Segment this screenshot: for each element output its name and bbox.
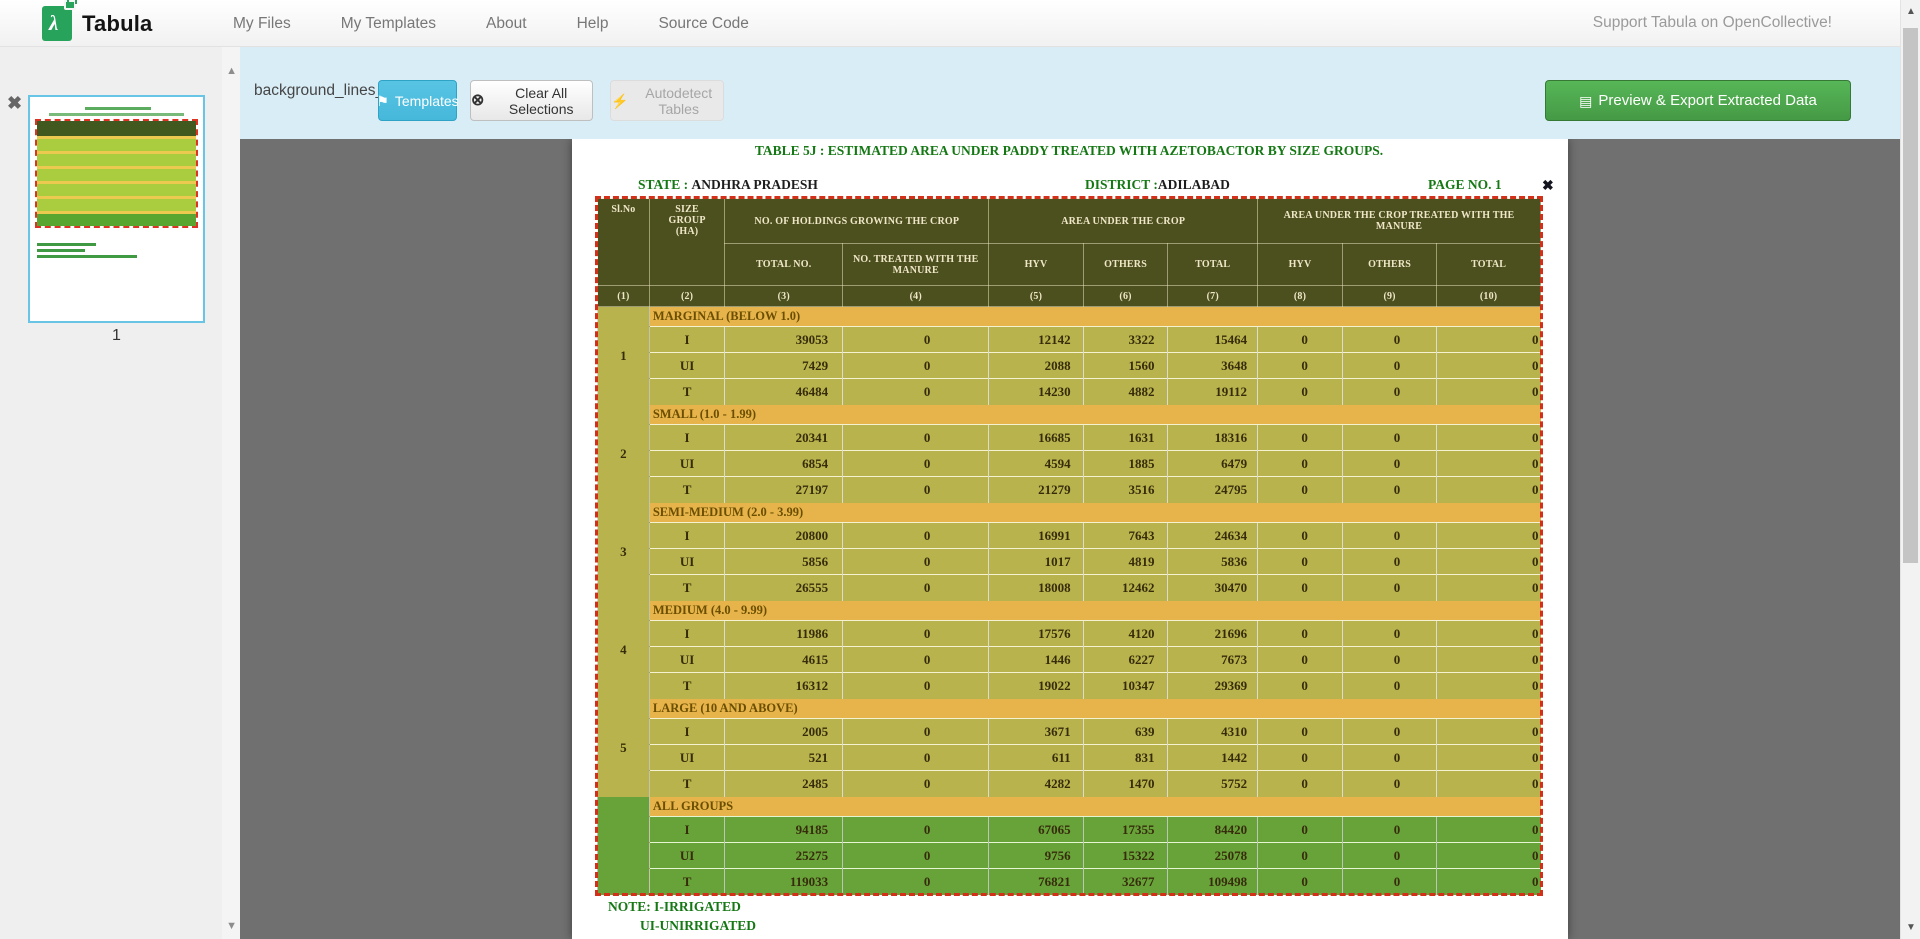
navbar: λ Tabula My Files My Templates About Help So… (0, 0, 1920, 47)
nav-item-my-files[interactable]: My Files (233, 15, 291, 33)
templates-button[interactable]: ⚑ Templates (378, 80, 457, 121)
scroll-up-icon[interactable]: ▲ (1901, 6, 1920, 17)
templates-icon: ⚑ (376, 94, 389, 108)
support-link[interactable]: Support Tabula on OpenCollective! (1593, 14, 1832, 32)
scrollbar-thumb[interactable] (1903, 28, 1918, 563)
clear-all-selections-button[interactable]: ⊗ Clear All Selections (470, 80, 593, 121)
sidebar-scrollbar[interactable] (222, 47, 240, 939)
pdf-note-2: UI-UNIRRIGATED (640, 918, 756, 934)
page-number-label: 1 (28, 327, 205, 345)
brand-title: Tabula (82, 11, 152, 37)
lightning-icon: ⚡ (611, 94, 628, 108)
thumbnail-note-line (37, 249, 85, 252)
main-panel: background_lines_2.pdf ⚑ Templates ⊗ Cle… (240, 47, 1903, 939)
mini-table-header (37, 121, 196, 136)
remove-page-button[interactable]: ✖ (7, 93, 22, 114)
thumbnail-note-line (37, 243, 96, 246)
clear-icon: ⊗ (471, 94, 484, 108)
document-area: TABLE 5J : ESTIMATED AREA UNDER PADDY TR… (240, 139, 1903, 939)
nav-item-help[interactable]: Help (577, 15, 609, 33)
pdf-table-title: TABLE 5J : ESTIMATED AREA UNDER PADDY TR… (597, 143, 1541, 159)
lock-icon (64, 0, 76, 10)
selection-box[interactable] (595, 196, 1543, 896)
district-label: DISTRICT :ADILABAD (1085, 177, 1230, 193)
sidebar-scroll-up-icon[interactable]: ▲ (226, 65, 237, 77)
brand[interactable]: λ Tabula (42, 6, 152, 41)
nav-item-source-code[interactable]: Source Code (658, 15, 748, 33)
sidebar: ▲ ▼ ✖ 1 (0, 47, 240, 939)
sidebar-scroll-down-icon[interactable]: ▼ (226, 920, 237, 932)
navbar-menu: My Files My Templates About Help Source Code (233, 0, 749, 47)
nav-item-my-templates[interactable]: My Templates (341, 15, 436, 33)
page-thumbnail[interactable] (28, 95, 205, 323)
preview-export-button[interactable]: ▤ Preview & Export Extracted Data (1545, 80, 1851, 121)
autodetect-tables-button[interactable]: ⚡ Autodetect Tables (610, 80, 724, 121)
mini-table-row (37, 222, 196, 226)
pdf-note-1: NOTE: I-IRRIGATED (608, 899, 741, 915)
tabula-logo-icon: λ (42, 6, 72, 41)
toolbar: background_lines_2.pdf ⚑ Templates ⊗ Cle… (240, 47, 1903, 139)
thumbnail-mini-table (35, 119, 198, 228)
selection-close-button[interactable]: ✖ (1542, 177, 1554, 194)
page-no-label: PAGE NO. 1 (1428, 177, 1502, 193)
main-scrollbar[interactable]: ▲ ▼ (1900, 0, 1920, 939)
export-table-icon: ▤ (1579, 94, 1592, 108)
thumbnail-title-line (49, 113, 184, 116)
thumbnail-note-line (37, 255, 137, 258)
nav-item-about[interactable]: About (486, 15, 527, 33)
scroll-down-icon[interactable]: ▼ (1901, 922, 1920, 933)
state-label: STATE : ANDHRA PRADESH (638, 177, 818, 193)
thumbnail-title-line (85, 107, 151, 110)
